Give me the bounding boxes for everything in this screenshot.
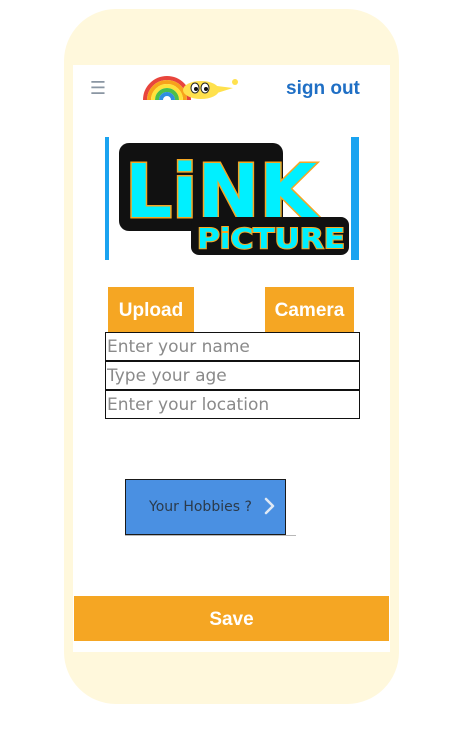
hobbies-label: Your Hobbies ?	[149, 499, 252, 515]
banner-title-picture: PiCTURE	[197, 222, 345, 255]
link-picture-logo: LiNK PiCTURE	[119, 143, 349, 256]
chevron-right-icon	[264, 497, 275, 515]
banner-left-edge	[105, 137, 109, 260]
name-input[interactable]	[105, 332, 360, 361]
hobbies-button[interactable]: Your Hobbies ?	[125, 479, 286, 535]
banner-right-edge	[351, 137, 359, 260]
camera-button[interactable]: Camera	[265, 287, 354, 332]
hamburger-menu-icon[interactable]: ☰	[88, 78, 108, 100]
location-input[interactable]	[105, 390, 360, 419]
hobbies-underline	[125, 535, 296, 536]
link-picture-banner: LiNK PiCTURE	[105, 137, 359, 260]
sign-out-link[interactable]: sign out	[286, 78, 368, 100]
rainbow-logo-icon	[143, 76, 238, 100]
save-button[interactable]: Save	[74, 596, 389, 641]
upload-button[interactable]: Upload	[108, 287, 194, 332]
age-input[interactable]	[105, 361, 360, 390]
